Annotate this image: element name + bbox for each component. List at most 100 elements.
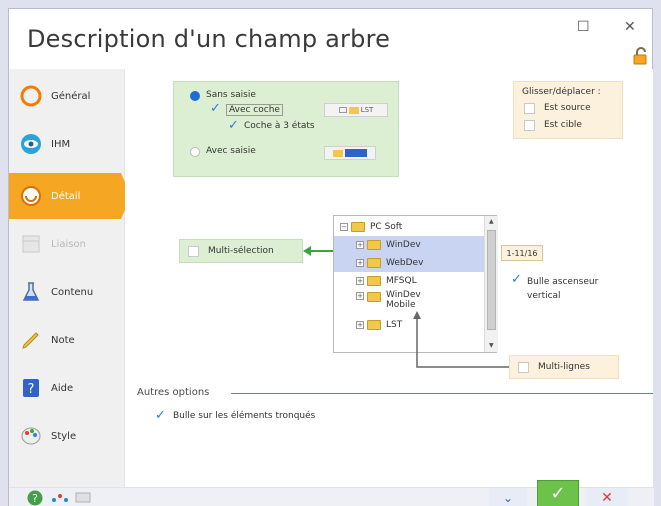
tree-node: + WinDev Mobile <box>334 290 484 316</box>
bulle-ascenseur-check-icon[interactable]: ✓ <box>511 273 522 286</box>
expand-icon: + <box>356 292 364 300</box>
folder-icon <box>367 258 381 268</box>
tree-node: + WinDev <box>334 236 484 254</box>
expand-down-button[interactable]: ⌄ <box>489 488 527 506</box>
sidebar-item-label: Note <box>51 334 75 346</box>
folder-icon <box>367 320 381 330</box>
ok-button[interactable]: ✓ <box>537 480 579 506</box>
tree-node-label: WinDev Mobile <box>386 290 421 310</box>
sidebar-item-note[interactable]: Note <box>9 317 125 363</box>
tree-node: − PC Soft <box>334 218 484 236</box>
sans-saisie-label: Sans saisie <box>206 90 256 100</box>
input-mode-group: Sans saisie ✓ Avec coche LST ✓ Coche à 3… <box>173 81 399 177</box>
sidebar-item-label: Style <box>51 430 77 442</box>
sidebar: Général IHM Détail Liaison Contenu Note … <box>9 69 131 487</box>
close-button[interactable]: ✕ <box>624 19 636 35</box>
tree-node-label: MFSQL <box>386 276 417 286</box>
drag-drop-group: Glisser/déplacer : Est source Est cible <box>513 81 623 139</box>
multi-lignes-option: Multi-lignes <box>509 355 619 379</box>
scrollbar-thumb[interactable] <box>487 230 496 330</box>
bottom-toolbar: ? ⌄ ✓ ✕ <box>9 480 654 506</box>
sans-saisie-radio[interactable] <box>190 91 200 101</box>
close-icon: ✕ <box>601 489 613 506</box>
avec-coche-label: Avec coche <box>226 104 283 116</box>
sidebar-item-ihm[interactable]: IHM <box>9 121 125 167</box>
multi-lignes-label: Multi-lignes <box>538 362 590 372</box>
scroll-counter-badge: 1-11/16 <box>501 245 543 261</box>
maximize-button[interactable]: ☐ <box>577 19 590 35</box>
coche-3-etats-check-icon[interactable]: ✓ <box>228 119 239 132</box>
avec-coche-check-icon[interactable]: ✓ <box>210 102 221 115</box>
est-source-checkbox[interactable] <box>524 103 535 114</box>
sidebar-item-liaison[interactable]: Liaison <box>9 221 125 267</box>
est-cible-checkbox[interactable] <box>524 120 535 131</box>
tree-node: + MFSQL <box>334 272 484 290</box>
svg-text:?: ? <box>28 382 35 397</box>
expand-icon: + <box>356 259 364 267</box>
est-source-label: Est source <box>544 103 591 113</box>
section-divider <box>231 393 653 394</box>
tree-node-label: LST <box>386 320 403 330</box>
tree-node-label: WinDev <box>386 240 421 250</box>
scroll-down-icon[interactable]: ▼ <box>489 342 494 349</box>
pencil-icon <box>19 328 43 352</box>
bulle-tronques-check-icon[interactable]: ✓ <box>155 409 166 422</box>
sidebar-item-contenu[interactable]: Contenu <box>9 269 125 315</box>
avec-coche-preview: LST <box>324 103 388 117</box>
coche-3-etats-label: Coche à 3 états <box>244 121 315 131</box>
bulle-tronques-label: Bulle sur les éléments tronqués <box>173 411 316 421</box>
folder-icon <box>367 292 381 302</box>
multi-selection-checkbox[interactable] <box>188 246 199 257</box>
palette-icon <box>19 424 43 448</box>
multi-lignes-checkbox[interactable] <box>518 362 529 373</box>
sidebar-item-label: Détail <box>51 190 81 202</box>
detail-panel: Sans saisie ✓ Avec coche LST ✓ Coche à 3… <box>125 69 653 487</box>
tree-node: + WebDev <box>334 254 484 272</box>
cancel-button[interactable]: ✕ <box>587 488 627 506</box>
tree-node-label: PC Soft <box>370 222 403 232</box>
sidebar-item-label: Liaison <box>51 238 86 250</box>
expand-icon: + <box>356 241 364 249</box>
svg-text:?: ? <box>32 492 38 505</box>
multi-selection-label: Multi-sélection <box>208 246 274 256</box>
dialog-title: Description d'un champ arbre <box>27 25 391 53</box>
dialog-window: Description d'un champ arbre ☐ ✕ Général… <box>8 8 654 506</box>
collapse-icon: − <box>340 223 348 231</box>
tree-preview: − PC Soft + WinDev + WebDev + MFSQL + Wi… <box>333 215 498 353</box>
general-icon <box>19 84 43 108</box>
sidebar-item-detail[interactable]: Détail <box>9 173 131 219</box>
expand-icon: + <box>356 277 364 285</box>
flask-icon <box>19 280 43 304</box>
tree-node: + LST <box>334 316 484 334</box>
sidebar-item-general[interactable]: Général <box>9 73 125 119</box>
arrow-head <box>303 246 311 256</box>
avec-saisie-label: Avec saisie <box>206 146 256 156</box>
est-cible-label: Est cible <box>544 120 582 130</box>
help-icon: ? <box>19 376 43 400</box>
avec-saisie-radio[interactable] <box>190 147 200 157</box>
screen-icon[interactable] <box>75 492 91 504</box>
eye-icon <box>19 132 43 156</box>
autres-options-heading: Autres options <box>137 387 210 398</box>
tree-scrollbar[interactable]: ▲ ▼ <box>484 216 498 352</box>
tree-node-label: WebDev <box>386 258 424 268</box>
chevron-down-icon: ⌄ <box>502 490 514 505</box>
preview-label: LST <box>360 106 374 114</box>
sidebar-item-style[interactable]: Style <box>9 413 125 459</box>
bulle-ascenseur-label: Bulle ascenseur vertical <box>527 277 599 301</box>
sidebar-item-label: IHM <box>51 138 71 150</box>
sidebar-item-label: Général <box>51 90 91 102</box>
network-icon[interactable] <box>51 492 69 504</box>
drag-drop-title: Glisser/déplacer : <box>522 87 601 97</box>
link-icon <box>19 232 43 256</box>
avec-saisie-preview <box>324 146 376 160</box>
sidebar-item-label: Contenu <box>51 286 94 298</box>
sidebar-item-aide[interactable]: ? Aide <box>9 365 125 411</box>
sidebar-item-label: Aide <box>51 382 74 394</box>
lock-icon[interactable] <box>632 47 650 65</box>
folder-icon <box>367 276 381 286</box>
scroll-up-icon[interactable]: ▲ <box>489 218 494 225</box>
multi-selection-option: Multi-sélection <box>179 239 303 263</box>
help-circle-icon[interactable]: ? <box>27 490 43 506</box>
folder-icon <box>351 222 365 232</box>
